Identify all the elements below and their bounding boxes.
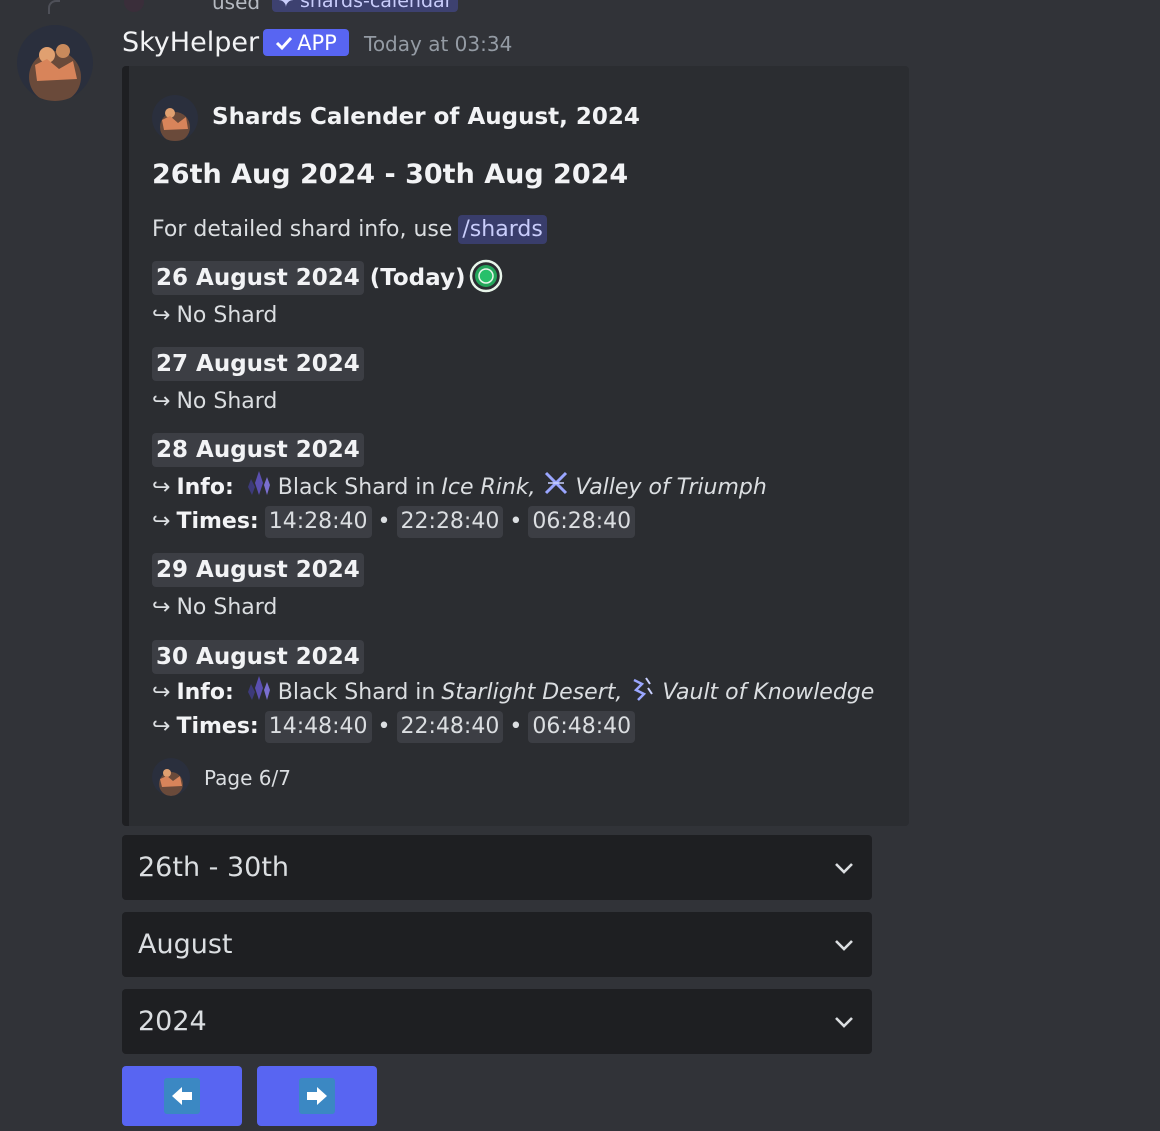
timestamp-chip[interactable]: 14:28:40	[264, 506, 372, 538]
times-label: Times:	[176, 714, 259, 739]
left-arrow-icon	[164, 1078, 200, 1114]
day-entry: 28 August 2024 ↪ Info: Black Shard in Ic…	[152, 433, 767, 539]
chevron-down-icon	[835, 1016, 853, 1028]
today-label: (Today)	[369, 265, 466, 291]
return-arrow-icon: ↪	[152, 714, 171, 739]
today-indicator-icon	[469, 259, 503, 297]
year-select-value: 2024	[138, 1006, 207, 1037]
chevron-down-icon	[835, 939, 853, 951]
date-heading: 26 August 2024	[152, 261, 364, 295]
range-select-value: 26th - 30th	[138, 852, 290, 883]
description-text: For detailed shard info, use	[152, 216, 453, 242]
black-shard-icon	[246, 469, 272, 508]
date-heading: 30 August 2024	[152, 640, 364, 674]
timestamp-chip[interactable]: 06:48:40	[528, 711, 636, 743]
day-entry: 30 August 2024 ↪ Info: Black Shard in St…	[152, 640, 874, 744]
shard-status: ↪ No Shard	[152, 591, 364, 625]
month-select-value: August	[138, 929, 233, 960]
app-badge: APP	[263, 29, 349, 56]
embed-title: 26th Aug 2024 - 30th Aug 2024	[152, 159, 629, 190]
date-heading: 29 August 2024	[152, 553, 364, 587]
previous-page-button[interactable]	[122, 1066, 242, 1126]
return-arrow-icon: ↪	[152, 595, 171, 620]
status-text: No Shard	[176, 595, 278, 620]
reply-connector	[48, 0, 60, 14]
timestamp-chip[interactable]: 06:28:40	[528, 506, 636, 538]
return-arrow-icon: ↪	[152, 303, 171, 328]
used-label: used	[212, 0, 261, 14]
year-select[interactable]: 2024	[122, 989, 872, 1054]
avatar[interactable]	[17, 25, 93, 101]
app-badge-label: APP	[297, 30, 337, 55]
next-page-button[interactable]	[257, 1066, 377, 1126]
return-arrow-icon: ↪	[152, 509, 171, 534]
separator-dot: •	[509, 714, 523, 739]
vault-realm-icon	[628, 674, 656, 713]
date-heading: 28 August 2024	[152, 433, 364, 467]
shard-status: ↪ No Shard	[152, 385, 364, 419]
day-entry: 27 August 2024 ↪ No Shard	[152, 347, 364, 419]
chevron-down-icon	[835, 862, 853, 874]
previous-reply: used ✦ shards-calendar	[0, 0, 1160, 14]
embed-description: For detailed shard info, use /shards	[152, 212, 547, 246]
valley-realm-icon	[542, 469, 570, 508]
shard-location: Starlight Desert,	[441, 680, 623, 705]
day-entry: 29 August 2024 ↪ No Shard	[152, 553, 364, 625]
black-shard-icon	[246, 674, 272, 713]
status-text: No Shard	[176, 389, 278, 414]
day-entry: 26 August 2024 (Today) ↪ No Shard	[152, 259, 503, 333]
right-arrow-icon	[299, 1078, 335, 1114]
reply-avatar[interactable]	[124, 0, 144, 12]
return-arrow-icon: ↪	[152, 680, 171, 705]
separator-dot: •	[509, 509, 523, 534]
timestamp-chip[interactable]: 22:48:40	[396, 711, 504, 743]
embed-author: Shards Calender of August, 2024	[212, 104, 640, 130]
used-command[interactable]: ✦ shards-calendar	[272, 0, 459, 12]
shard-realm: Valley of Triumph	[575, 475, 767, 500]
separator-dot: •	[377, 509, 391, 534]
shard-times: ↪ Times: 14:28:40 • 22:28:40 • 06:28:40	[152, 505, 767, 539]
timestamp: Today at 03:34	[364, 32, 513, 56]
return-arrow-icon: ↪	[152, 389, 171, 414]
embed-author-icon	[152, 95, 198, 141]
shard-times: ↪ Times: 14:48:40 • 22:48:40 • 06:48:40	[152, 710, 874, 744]
info-label: Info:	[176, 680, 234, 705]
timestamp-chip[interactable]: 14:48:40	[264, 711, 372, 743]
shard-text: Black Shard in	[277, 680, 436, 705]
used-command-name: shards-calendar	[299, 0, 453, 12]
info-label: Info:	[176, 475, 234, 500]
check-icon	[276, 36, 293, 50]
shard-status: ↪ No Shard	[152, 299, 503, 333]
status-text: No Shard	[176, 303, 278, 328]
footer-icon	[152, 758, 190, 796]
range-select[interactable]: 26th - 30th	[122, 835, 872, 900]
page-indicator: Page 6/7	[204, 766, 291, 790]
shards-command-link[interactable]: /shards	[458, 214, 547, 244]
shard-text: Black Shard in	[277, 475, 436, 500]
shard-info: ↪ Info: Black Shard in Ice Rink, Valley …	[152, 469, 767, 508]
return-arrow-icon: ↪	[152, 475, 171, 500]
timestamp-chip[interactable]: 22:28:40	[396, 506, 504, 538]
month-select[interactable]: August	[122, 912, 872, 977]
separator-dot: •	[377, 714, 391, 739]
shard-location: Ice Rink,	[441, 475, 536, 500]
shard-realm: Vault of Knowledge	[662, 680, 875, 705]
times-label: Times:	[176, 509, 259, 534]
shard-info: ↪ Info: Black Shard in Starlight Desert,…	[152, 674, 875, 713]
username[interactable]: SkyHelper	[122, 27, 259, 58]
date-heading: 27 August 2024	[152, 347, 364, 381]
